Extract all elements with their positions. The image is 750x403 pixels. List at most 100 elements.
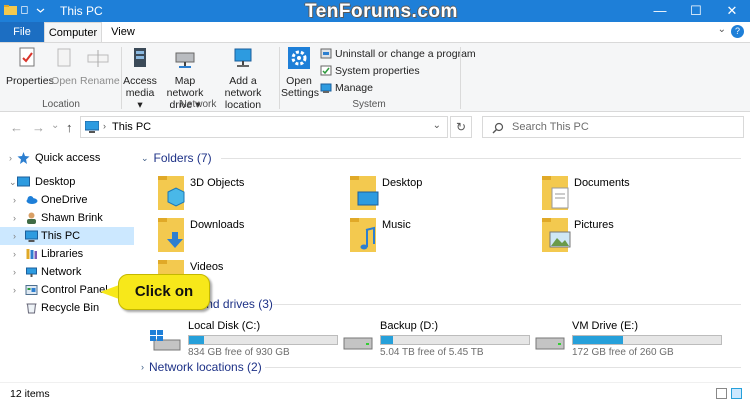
drive-free-space: 5.04 TB free of 5.45 TB [380, 347, 484, 358]
nav-item-quick-access[interactable]: › Quick access [0, 149, 134, 167]
ribbon-tabs: File Computer View ⌄ ? [0, 22, 750, 42]
desktop-folder-icon [350, 176, 379, 210]
refresh-button[interactable]: ↻ [450, 116, 472, 138]
open-label: Open [51, 75, 77, 87]
system-properties-button[interactable]: System properties [320, 64, 420, 78]
collapse-chevron-icon[interactable]: ⌄ [141, 153, 149, 164]
system-properties-label: System properties [335, 65, 420, 77]
properties-button[interactable]: Properties [6, 46, 54, 87]
folder-music[interactable]: Music [348, 216, 528, 258]
open-button[interactable]: Open [50, 46, 78, 87]
drive-e[interactable]: VM Drive (E:) 172 GB free of 260 GB [534, 318, 724, 358]
nav-label: Desktop [35, 176, 76, 188]
open-icon [57, 48, 71, 67]
expand-chevron-icon[interactable]: › [9, 153, 12, 163]
drive-usage-bar [380, 335, 530, 345]
manage-button[interactable]: Manage [320, 81, 373, 95]
nav-label: This PC [41, 230, 81, 242]
forward-arrow-icon[interactable]: → [32, 120, 45, 135]
manage-label: Manage [335, 82, 373, 94]
expand-chevron-icon[interactable]: › [13, 195, 16, 205]
devices-section-header[interactable]: ⌄ Devices and drives (3) [141, 296, 741, 312]
section-title: Folders (7) [153, 151, 212, 165]
search-placeholder: Search This PC [512, 121, 589, 133]
location-group-label: Location [42, 99, 80, 110]
nav-label: Recycle Bin [41, 302, 100, 314]
save-icon[interactable] [21, 4, 30, 16]
network-group-label: Network [179, 99, 217, 110]
folder-label: Desktop [382, 177, 423, 189]
address-bar[interactable]: › This PC ⌄ [80, 116, 448, 138]
tab-computer[interactable]: Computer [44, 22, 102, 42]
recent-locations-icon[interactable]: ⌄ [51, 120, 59, 131]
uninstall-program-button[interactable]: Uninstall or change a program [320, 47, 476, 61]
network-locations-section-header[interactable]: › Network locations (2) [141, 359, 741, 375]
folder-label: Videos [190, 261, 224, 273]
nav-item-libraries[interactable]: › Libraries [0, 245, 134, 263]
help-icon[interactable]: ? [731, 25, 744, 38]
nav-item-user[interactable]: › Shawn Brink [0, 209, 134, 227]
star-icon [17, 152, 30, 164]
drive-name: Backup (D:) [380, 320, 439, 332]
open-settings-button[interactable]: Open Settings [281, 46, 319, 99]
address-dropdown-icon[interactable]: ⌄ [433, 120, 441, 131]
drive-free-space: 172 GB free of 260 GB [572, 347, 674, 358]
drive-c[interactable]: Local Disk (C:) 834 GB free of 930 GB [150, 318, 340, 358]
close-button[interactable]: ✕ [714, 0, 750, 22]
ribbon-separator [460, 47, 461, 109]
this-pc-icon [25, 230, 38, 242]
pictures-folder-icon [542, 218, 571, 252]
drive-d[interactable]: Backup (D:) 5.04 TB free of 5.45 TB [342, 318, 532, 358]
expand-chevron-icon[interactable]: › [13, 213, 16, 223]
expand-chevron-icon[interactable]: › [13, 267, 16, 277]
folder-downloads[interactable]: Downloads [156, 216, 336, 258]
nav-label: Network [41, 266, 82, 278]
drive-name: Local Disk (C:) [188, 320, 261, 332]
content-pane: ⌄ Folders (7) 3D Objects Desktop Documen… [136, 142, 750, 382]
nav-item-onedrive[interactable]: › OneDrive [0, 191, 134, 209]
tab-view[interactable]: View [104, 22, 142, 42]
item-count: 12 items [10, 388, 50, 400]
user-icon [27, 212, 36, 224]
breadcrumb-separator-icon: › [103, 121, 106, 131]
folders-section-header[interactable]: ⌄ Folders (7) [141, 150, 741, 166]
section-divider [221, 158, 741, 159]
back-arrow-icon[interactable]: ← [10, 120, 23, 135]
ribbon-collapse-icon[interactable]: ⌄ [718, 24, 726, 35]
expand-chevron-icon[interactable]: › [13, 249, 16, 259]
libraries-icon [26, 249, 37, 259]
folder-desktop[interactable]: Desktop [348, 174, 528, 216]
folder-documents[interactable]: Documents [540, 174, 720, 216]
maximize-button[interactable]: ☐ [678, 0, 714, 22]
3d-objects-folder-icon [158, 176, 185, 210]
search-box[interactable]: Search This PC [482, 116, 744, 138]
tiles-view-icon[interactable] [731, 388, 742, 399]
folder-3d-objects[interactable]: 3D Objects [156, 174, 336, 216]
callout-pointer [100, 285, 119, 299]
manage-icon [320, 83, 332, 93]
desktop-icon [17, 176, 30, 187]
documents-folder-icon [542, 176, 569, 210]
drive-usage-fill [381, 336, 393, 344]
network-icon [26, 267, 37, 277]
properties-label: Properties [6, 75, 54, 87]
onedrive-cloud-icon [26, 196, 38, 204]
details-view-icon[interactable] [716, 388, 727, 399]
downloads-folder-icon [158, 218, 184, 252]
folder-pictures[interactable]: Pictures [540, 216, 720, 258]
collapse-chevron-icon[interactable]: ⌄ [9, 177, 17, 188]
customize-toolbar-icon[interactable] [34, 4, 47, 16]
network-location-icon [234, 48, 252, 67]
drive-usage-bar [572, 335, 722, 345]
expand-chevron-icon[interactable]: › [13, 285, 16, 295]
expand-chevron-icon[interactable]: › [141, 362, 144, 372]
folder-label: 3D Objects [190, 177, 245, 189]
minimize-button[interactable]: — [642, 0, 678, 22]
up-arrow-icon[interactable]: ↑ [66, 120, 73, 135]
rename-button[interactable]: Rename [80, 46, 120, 87]
nav-item-desktop[interactable]: ⌄ Desktop [0, 173, 134, 191]
nav-item-this-pc[interactable]: › This PC [0, 227, 134, 245]
expand-chevron-icon[interactable]: › [13, 231, 16, 241]
tab-file[interactable]: File [0, 22, 44, 42]
map-drive-label-1: Map network [166, 75, 204, 99]
